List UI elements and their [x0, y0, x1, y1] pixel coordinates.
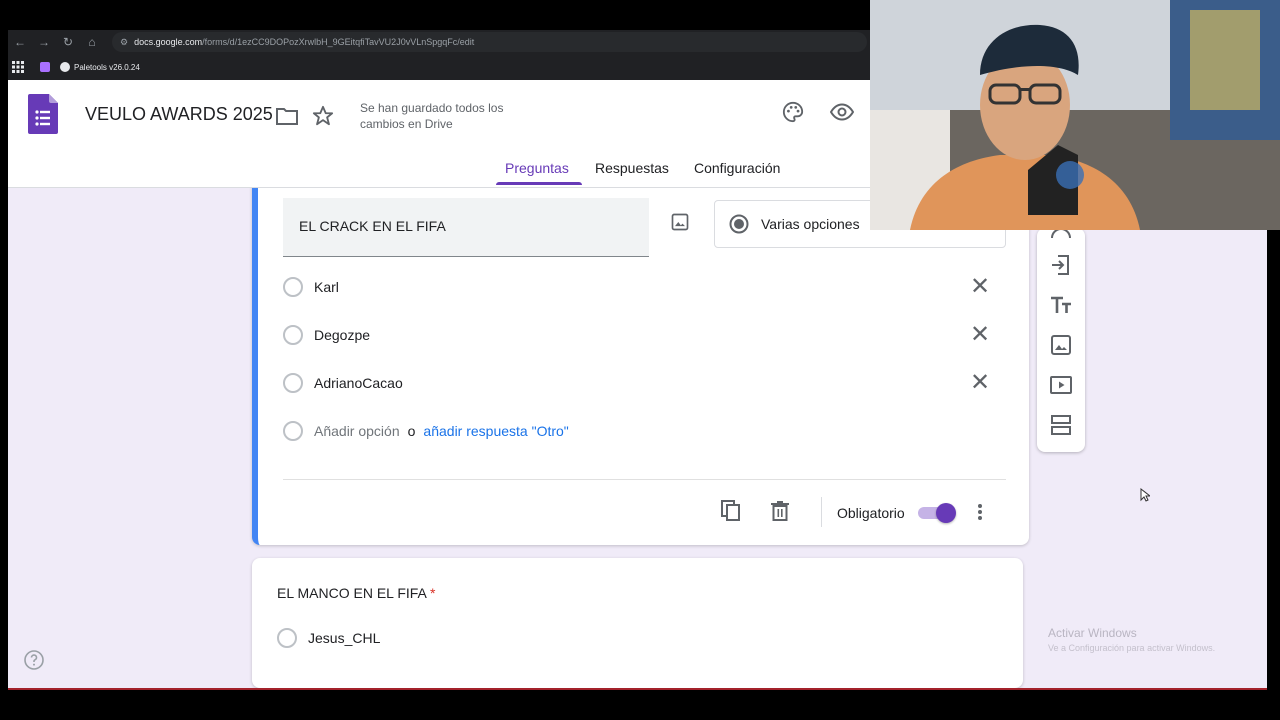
- activation-watermark-title: Activar Windows: [1048, 626, 1137, 640]
- remove-option-icon[interactable]: ✕: [970, 323, 990, 347]
- question-title-text: EL MANCO EN EL FIFA: [277, 585, 427, 601]
- add-option-row: Añadir opción o añadir respuesta "Otro": [283, 421, 569, 441]
- preview-eye-icon[interactable]: [829, 100, 855, 124]
- back-icon[interactable]: ←: [8, 30, 32, 54]
- bookmarks-bar: Paletools v26.0.24: [8, 54, 870, 80]
- form-title[interactable]: VEULO AWARDS 2025: [85, 104, 273, 125]
- taskbar-edge: [8, 688, 1267, 690]
- add-video-icon[interactable]: [1049, 373, 1073, 397]
- forward-icon[interactable]: →: [32, 30, 56, 54]
- star-icon[interactable]: [311, 104, 335, 128]
- tab-configuracion[interactable]: Configuración: [694, 160, 780, 176]
- required-label: Obligatorio: [837, 505, 905, 521]
- tab-preguntas[interactable]: Preguntas: [505, 160, 569, 176]
- option-label[interactable]: Degozpe: [314, 327, 370, 343]
- activation-watermark-text: Ve a Configuración para activar Windows.: [1048, 643, 1216, 653]
- home-icon[interactable]: ⌂: [80, 30, 104, 54]
- url-path: /forms/d/1ezCC9DOPozXrwlbH_9GEitqfiTavVU…: [202, 37, 475, 47]
- duplicate-icon[interactable]: [719, 499, 743, 523]
- help-icon[interactable]: [24, 650, 44, 670]
- forms-header: VEULO AWARDS 2025 Se han guardado todos …: [8, 80, 870, 188]
- import-questions-icon[interactable]: [1049, 253, 1073, 277]
- or-text: o: [407, 423, 416, 439]
- radio-icon: [277, 628, 297, 648]
- add-option-button[interactable]: Añadir opción: [314, 423, 400, 439]
- option-label: Jesus_CHL: [308, 630, 381, 646]
- browser-toolbar: ← → ↻ ⌂ ⚙ docs.google.com/forms/d/1ezCC9…: [8, 30, 870, 54]
- radio-icon: [283, 277, 303, 297]
- required-toggle[interactable]: [918, 503, 956, 523]
- add-other-link[interactable]: añadir respuesta "Otro": [423, 423, 568, 439]
- mouse-cursor-icon: [1140, 487, 1152, 502]
- option-row[interactable]: Karl: [283, 277, 339, 297]
- add-title-icon[interactable]: [1049, 293, 1073, 317]
- required-asterisk: *: [430, 585, 436, 601]
- radio-icon: [283, 421, 303, 441]
- question-title-text: EL CRACK EN EL FIFA: [299, 218, 446, 234]
- option-label[interactable]: AdrianoCacao: [314, 375, 403, 391]
- option-label[interactable]: Karl: [314, 279, 339, 295]
- active-tab-indicator: [496, 182, 582, 185]
- option-row[interactable]: Jesus_CHL: [277, 628, 380, 648]
- url-host: docs.google.com: [134, 37, 203, 47]
- question-type-label: Varias opciones: [761, 216, 860, 232]
- option-row[interactable]: AdrianoCacao: [283, 373, 403, 393]
- card-divider: [283, 479, 1006, 480]
- apps-grid-icon[interactable]: [12, 61, 24, 73]
- tab-respuestas[interactable]: Respuestas: [595, 160, 669, 176]
- address-bar[interactable]: ⚙ docs.google.com/forms/d/1ezCC9DOPozXrw…: [112, 32, 867, 52]
- webcam-person-image: [870, 0, 1280, 230]
- question-card[interactable]: EL MANCO EN EL FIFA * Jesus_CHL: [252, 558, 1023, 688]
- option-row[interactable]: Degozpe: [283, 325, 370, 345]
- toggle-knob: [936, 503, 956, 523]
- question-card-active[interactable]: ⋯ EL CRACK EN EL FIFA Varias opciones Ka…: [252, 166, 1029, 545]
- footer-divider: [821, 497, 822, 527]
- palette-icon[interactable]: [781, 100, 805, 124]
- site-info-icon[interactable]: ⚙: [120, 37, 128, 48]
- radio-checked-icon: [729, 214, 749, 234]
- remove-option-icon[interactable]: ✕: [970, 371, 990, 395]
- reload-icon[interactable]: ↻: [56, 30, 80, 54]
- floating-toolbar: [1037, 228, 1085, 452]
- add-image-icon[interactable]: [670, 212, 690, 237]
- twitch-bookmark-icon[interactable]: [40, 62, 50, 72]
- bookmark-paletools[interactable]: Paletools v26.0.24: [74, 63, 140, 72]
- radio-icon: [283, 325, 303, 345]
- webcam-overlay: [870, 0, 1280, 230]
- more-options-icon[interactable]: [970, 500, 990, 524]
- radio-icon: [283, 373, 303, 393]
- save-status: Se han guardado todos los cambios en Dri…: [360, 101, 504, 131]
- delete-icon[interactable]: [768, 499, 792, 523]
- add-section-icon[interactable]: [1049, 413, 1073, 437]
- folder-icon[interactable]: [276, 105, 298, 127]
- question-title-field[interactable]: EL CRACK EN EL FIFA: [283, 198, 649, 257]
- add-image-icon[interactable]: [1049, 333, 1073, 357]
- browser-top-bar: [0, 0, 870, 30]
- question-title: EL MANCO EN EL FIFA *: [277, 585, 435, 601]
- google-forms-logo-icon[interactable]: [28, 94, 58, 134]
- paletools-favicon-icon: [60, 62, 70, 72]
- remove-option-icon[interactable]: ✕: [970, 275, 990, 299]
